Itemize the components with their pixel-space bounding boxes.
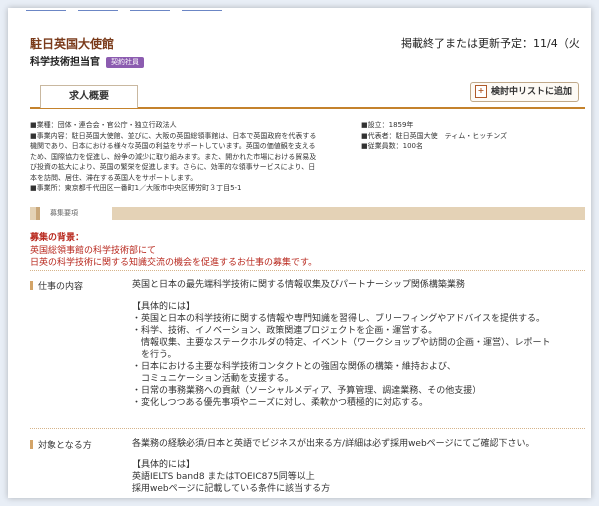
add-list-icon: + <box>474 85 487 98</box>
job-detail-line: 【具体的には】 <box>132 302 196 312</box>
section-label: 募集要項 <box>36 207 112 220</box>
job-detail-line: ・変化しつつある優先事項やニーズに対し、柔軟かつ積極的に対応する。 <box>132 398 429 408</box>
job-detail-line: ・日常の事務業務への貢献（ソーシャルメディア、予算管理、調達業務、その他支援） <box>132 386 482 396</box>
add-to-consider-list-button[interactable]: + 検討中リストに追加 <box>469 82 579 102</box>
section-header-recruitment: 募集要項 <box>30 207 585 220</box>
target-detail-line: 採用webページに記載している条件に該当する方 <box>132 484 331 494</box>
target-detail-line: 英語IELTS band8 またはTOEIC875同等以上 <box>132 472 315 482</box>
company-info-line: ■設立：1859年 <box>361 121 414 129</box>
employment-type-badge: 契約社員 <box>106 56 144 68</box>
target-detail-line: 【具体的には】 <box>132 460 196 470</box>
company-info-line: び投資の拡大により、英国の繁栄を促進します。さらに、効率的な領事サービスにより、… <box>30 163 316 171</box>
company-info-right: ■設立：1859年 ■代表者：駐日英国大使 ティム・ヒッチンズ ■従業員数：10… <box>361 120 581 152</box>
background-line: 日英の科学技術に関する知識交流の機会を促進するお仕事の募集です。 <box>30 258 318 268</box>
company-info-line: 機関であり、日本における様々な英国の利益をサポートしています。英国の価値観を支え… <box>30 142 316 150</box>
divider <box>30 270 585 271</box>
deadline-text: 掲載終了または更新予定：11/4（火 <box>401 37 580 50</box>
job-detail-line: コミュニケーション活動を支援する。 <box>132 374 294 384</box>
company-info-line: ■従業員数：100名 <box>361 142 423 150</box>
job-content-summary: 英国と日本の最先端科学技術に関する情報収集及びパートナーシップ関係構築業務 <box>132 280 465 290</box>
job-content-details: 【具体的には】 ・英国と日本の科学技術に関する情報や専門知識を習得し、ブリーフィ… <box>132 301 582 409</box>
job-detail-line: を行う。 <box>132 350 177 360</box>
target-summary: 各業務の経験必須/日本と英語でビジネスが出来る方/詳細は必ず採用webページにて… <box>132 439 535 449</box>
company-name[interactable]: 駐日英国大使館 <box>30 35 114 52</box>
tab-job-overview[interactable]: 求人概要 <box>40 85 138 108</box>
divider <box>30 428 585 429</box>
company-info-line: ■事業所：東京都千代田区一番町1／大阪市中央区博労町３丁目5-1 <box>30 184 242 192</box>
job-title-text: 科学技術担当官 <box>30 57 100 68</box>
top-links-clipped <box>26 8 446 13</box>
job-content-label: 仕事の内容 <box>30 279 83 292</box>
add-to-list-label: 検討中リストに追加 <box>490 87 572 97</box>
job-detail-line: ・英国と日本の科学技術に関する情報や専門知識を習得し、ブリーフィングやアドバイス… <box>132 314 546 324</box>
company-info-line: ■事業内容：駐日英国大使館、並びに、大阪の英国総領事館は、日本で英国政府を代表す… <box>30 131 317 140</box>
company-info-line: ため、国際協力を促進し、紛争の減少に取り組みます。また、開かれた市場における貿易… <box>30 152 317 161</box>
job-detail-line: 情報収集、主要なステークホルダの特定、イベント（ワークショップや訪問の企画・運営… <box>132 338 551 348</box>
background-title: 募集の背景： <box>30 233 85 243</box>
target-label: 対象となる方 <box>30 438 92 451</box>
company-info-line: ■代表者：駐日英国大使 ティム・ヒッチンズ <box>361 131 508 140</box>
company-info-line: ■業種：団体・連合会・官公庁・独立行政法人 <box>30 121 177 129</box>
job-detail-line: ・科学、技術、イノベーション、政策関連プロジェクトを企画・運営する。 <box>132 326 438 336</box>
company-info-left: ■業種：団体・連合会・官公庁・独立行政法人 ■事業内容：駐日英国大使館、並びに、… <box>30 120 350 194</box>
job-listing-window: 駐日英国大使館 掲載終了または更新予定：11/4（火 科学技術担当官 契約社員 求… <box>8 8 591 498</box>
company-info-line: 本を訪問、居住、滞在する英国人をサポートします。 <box>30 173 198 182</box>
target-details: 【具体的には】 英語IELTS band8 またはTOEIC875同等以上 採用… <box>132 459 582 495</box>
job-title: 科学技術担当官 契約社員 <box>30 53 144 68</box>
job-detail-line: ・日本における主要な科学技術コンタクトとの強固な関係の構築・維持および、 <box>132 362 456 372</box>
